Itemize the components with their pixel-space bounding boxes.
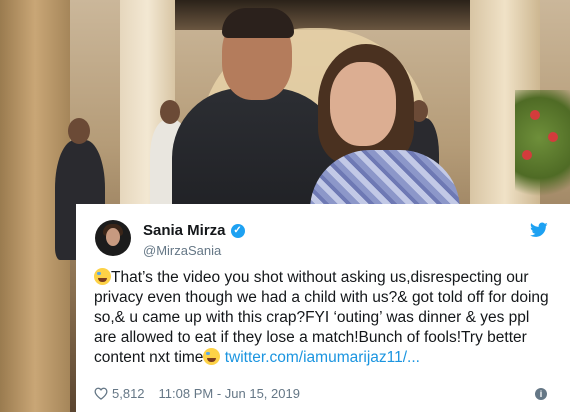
ceiling (150, 0, 510, 30)
tweet-link[interactable]: twitter.com/iamumarijaz11/... (225, 349, 420, 366)
flower (548, 132, 558, 142)
author-row: Sania Mirza ✓ (143, 222, 245, 239)
twitter-bird-icon[interactable] (530, 222, 548, 238)
info-icon[interactable]: i (535, 388, 547, 400)
background-person-head (160, 100, 180, 124)
like-count[interactable]: 5,812 (112, 386, 145, 401)
tears-of-joy-emoji-icon (94, 268, 111, 285)
man-hair (222, 8, 294, 38)
heart-icon[interactable] (94, 387, 108, 400)
tweet-timestamp[interactable]: 11:08 PM - Jun 15, 2019 (159, 386, 300, 401)
flower (530, 110, 540, 120)
tweet-card[interactable]: Sania Mirza ✓ @MirzaSania That’s the vid… (76, 204, 570, 412)
verified-badge-icon: ✓ (230, 223, 245, 238)
author-handle[interactable]: @MirzaSania (143, 243, 221, 258)
tweet-footer: 5,812 11:08 PM - Jun 15, 2019 (94, 386, 300, 401)
avatar[interactable] (95, 220, 131, 256)
background-person-head (68, 118, 90, 144)
woman-head (330, 62, 396, 146)
flower (522, 150, 532, 160)
tears-of-joy-emoji-icon (203, 348, 221, 365)
author-name[interactable]: Sania Mirza (143, 222, 226, 239)
tweet-text: That’s the video you shot without asking… (94, 268, 554, 368)
